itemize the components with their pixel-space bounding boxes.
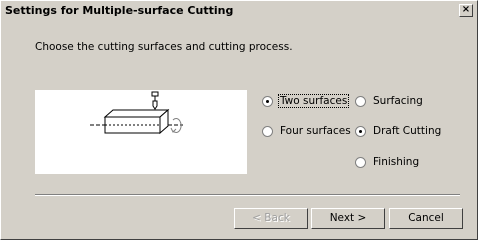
close-button[interactable]: ×: [459, 4, 473, 17]
radio-surfacing[interactable]: Surfacing: [355, 95, 424, 107]
dialog-window: Settings for Multiple-surface Cutting × …: [0, 0, 478, 240]
dialog-title: Settings for Multiple-surface Cutting: [5, 4, 234, 17]
radio-draft-cutting-label: Draft Cutting: [373, 125, 442, 137]
radio-finishing[interactable]: Finishing: [355, 156, 420, 168]
radio-two-surfaces-dot[interactable]: [262, 95, 273, 107]
radio-finishing-label: Finishing: [373, 156, 420, 168]
title-bar[interactable]: Settings for Multiple-surface Cutting ×: [2, 2, 476, 20]
workpiece-rotation-icon: [35, 90, 247, 174]
radio-four-surfaces-dot[interactable]: [262, 125, 273, 137]
radio-draft-cutting[interactable]: Draft Cutting: [355, 125, 442, 137]
radio-two-surfaces-label: Two surfaces: [277, 94, 350, 108]
back-button[interactable]: < Back: [234, 208, 308, 229]
radio-surfacing-dot[interactable]: [355, 95, 366, 107]
radio-draft-cutting-dot[interactable]: [355, 125, 366, 137]
radio-two-surfaces[interactable]: Two surfaces: [262, 94, 350, 108]
separator: [35, 194, 460, 196]
next-button[interactable]: Next >: [311, 208, 385, 229]
radio-finishing-dot[interactable]: [355, 156, 366, 168]
instruction-text: Choose the cutting surfaces and cutting …: [35, 41, 293, 53]
radio-four-surfaces-label: Four surfaces: [280, 125, 351, 137]
cancel-button[interactable]: Cancel: [389, 208, 463, 229]
radio-four-surfaces[interactable]: Four surfaces: [262, 125, 352, 137]
radio-surfacing-label: Surfacing: [373, 95, 423, 107]
